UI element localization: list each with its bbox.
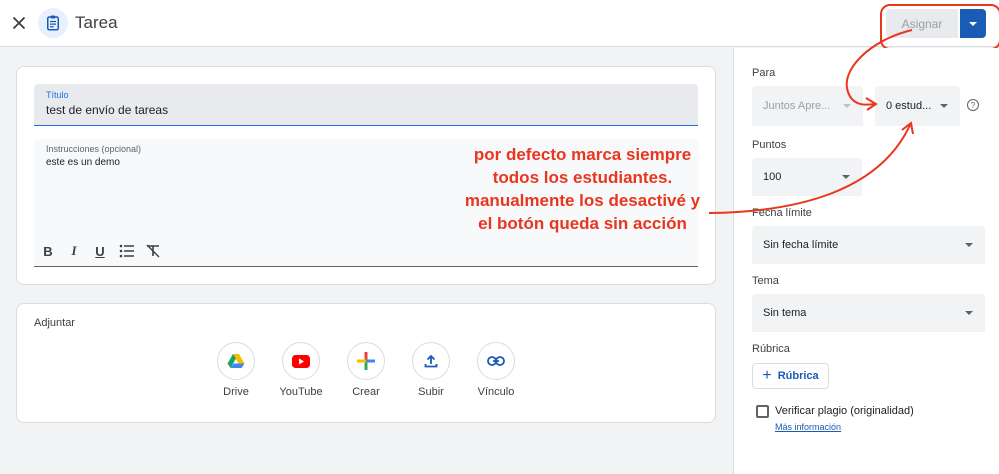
caret-down-icon (843, 104, 851, 108)
annotation-text: por defecto marca siempre todos los estu… (440, 143, 725, 235)
close-icon (12, 16, 26, 30)
upload-icon (424, 354, 438, 368)
create-button[interactable] (347, 342, 385, 380)
caret-down-icon (969, 21, 977, 26)
italic-button[interactable]: I (66, 243, 82, 259)
class-select-value: Juntos Apre... (763, 100, 831, 112)
points-select-value: 100 (763, 171, 782, 183)
top-bar (0, 0, 999, 47)
link-button[interactable] (477, 342, 515, 380)
title-input[interactable]: test de envío de tareas (46, 103, 168, 117)
caret-down-icon (965, 311, 973, 315)
instructions-input[interactable]: este es un demo (46, 157, 120, 168)
link-icon (487, 356, 505, 366)
more-info-link[interactable]: Más información (775, 422, 841, 432)
assignment-icon (38, 8, 68, 38)
bold-button[interactable]: B (40, 243, 56, 259)
link-label: Vínculo (477, 386, 515, 398)
upload-label: Subir (418, 386, 444, 398)
drive-button[interactable] (217, 342, 255, 380)
students-select[interactable]: 0 estud... (875, 86, 960, 126)
plus-icon: + (762, 367, 772, 384)
annotation-line: por defecto marca siempre (473, 145, 692, 164)
page-title: Tarea (75, 13, 118, 32)
students-select-value: 0 estud... (886, 100, 932, 112)
title-field[interactable]: Título test de envío de tareas (34, 84, 698, 126)
topic-label: Tema (752, 275, 779, 287)
due-date-select-value: Sin fecha límite (763, 239, 839, 251)
youtube-label: YouTube (279, 386, 323, 398)
assign-dropdown-button[interactable] (960, 9, 986, 38)
topic-select-value: Sin tema (763, 307, 807, 319)
add-rubric-label: Rúbrica (777, 370, 819, 382)
attach-title: Adjuntar (34, 317, 75, 329)
list-icon (119, 244, 134, 258)
youtube-icon (292, 354, 310, 368)
underline-button[interactable]: U (92, 243, 108, 259)
drive-label: Drive (223, 386, 249, 398)
clear-formatting-button[interactable] (145, 243, 161, 259)
help-icon[interactable]: ? (967, 99, 979, 111)
due-date-label: Fecha límite (752, 207, 812, 219)
close-button[interactable] (8, 12, 30, 34)
plagiarism-label: Verificar plagio (originalidad) (775, 405, 914, 417)
caret-down-icon (940, 104, 948, 108)
assign-button[interactable]: Asignar (886, 9, 958, 38)
youtube-button[interactable] (282, 342, 320, 380)
add-rubric-button[interactable]: + Rúbrica (752, 363, 829, 389)
caret-down-icon (965, 243, 973, 247)
create-plus-icon (357, 352, 375, 370)
class-select[interactable]: Juntos Apre... (752, 86, 863, 126)
due-date-select[interactable]: Sin fecha límite (752, 226, 985, 264)
points-select[interactable]: 100 (752, 158, 862, 196)
points-label: Puntos (752, 139, 787, 151)
upload-button[interactable] (412, 342, 450, 380)
clear-format-icon (146, 244, 160, 258)
plagiarism-checkbox[interactable] (756, 405, 769, 418)
bulleted-list-button[interactable] (119, 243, 135, 259)
annotation-line: todos los estudiantes. (492, 168, 673, 187)
rubric-label: Rúbrica (752, 343, 790, 355)
instructions-label: Instrucciones (opcional) (46, 144, 142, 154)
annotation-line: manualmente los desactivé y (464, 191, 701, 210)
caret-down-icon (842, 175, 850, 179)
topic-select[interactable]: Sin tema (752, 294, 985, 332)
annotation-line: el botón queda sin acción (478, 214, 687, 233)
google-drive-icon (227, 354, 245, 368)
create-label: Crear (352, 386, 380, 398)
title-label: Título (46, 90, 69, 100)
for-label: Para (752, 67, 776, 79)
